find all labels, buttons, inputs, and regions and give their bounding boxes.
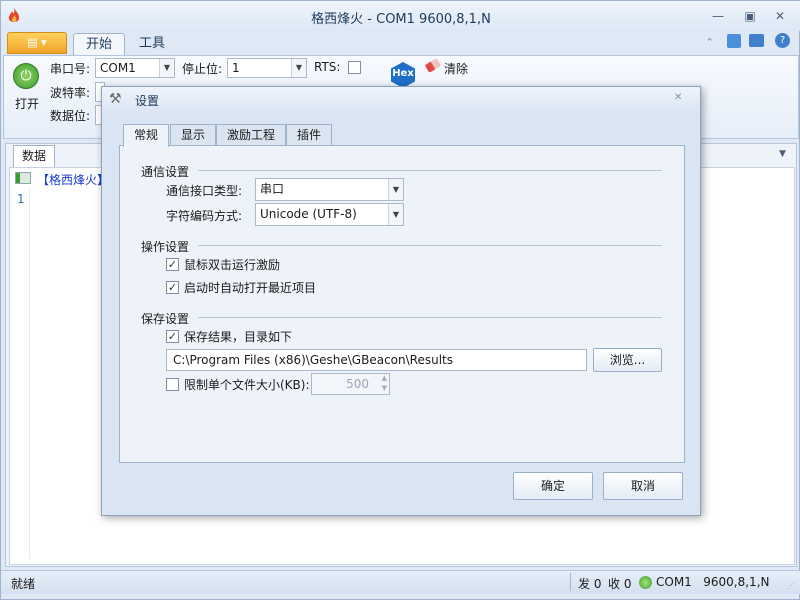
power-icon[interactable]: ⏻: [13, 63, 39, 89]
clear-button[interactable]: 清除: [444, 60, 468, 77]
save-results-checkbox[interactable]: ✓: [166, 330, 179, 343]
cancel-button[interactable]: 取消: [603, 472, 683, 500]
window-title: 格西烽火 - COM1 9600,8,1,N: [311, 12, 491, 27]
tab-stimulus-project[interactable]: 激励工程: [216, 124, 287, 146]
flag-icon: [15, 172, 31, 184]
spinner-up-icon[interactable]: ▲: [382, 374, 387, 383]
dialog-title-bar: ⚒ 设置 ✕: [102, 87, 700, 113]
line-number: 1: [17, 192, 25, 206]
stop-bits-label: 停止位:: [182, 62, 223, 76]
tab-general[interactable]: 常规: [123, 124, 170, 147]
rts-label: RTS:: [314, 60, 341, 74]
save-group-title: 保存设置: [141, 312, 190, 326]
port-status: COM1 9600,8,1,N: [656, 575, 770, 589]
baud-label: 波特率:: [50, 86, 91, 100]
tab-display[interactable]: 显示: [170, 124, 217, 146]
chevron-down-icon: ▼: [388, 204, 403, 225]
data-bits-label: 数据位:: [50, 109, 91, 123]
op-group-line: [198, 245, 662, 246]
doc-header-text: 【格西烽火】: [37, 173, 110, 187]
help-icon[interactable]: ?: [775, 33, 790, 48]
limit-size-label: 限制单个文件大小(KB):: [184, 378, 310, 392]
chevron-down-icon: ▼: [159, 59, 174, 77]
autoopen-label: 启动时自动打开最近项目: [184, 281, 317, 295]
settings-dialog: ⚒ 设置 ✕ 常规 显示 激励工程 插件 通信设置 通信接口类型: 串口 ▼ 字…: [101, 86, 701, 516]
stop-bits-select[interactable]: 1 ▼: [227, 58, 307, 78]
tab-tools[interactable]: 工具: [127, 33, 177, 55]
chevron-down-icon: ▼: [291, 59, 306, 77]
iface-select[interactable]: 串口 ▼: [255, 178, 404, 201]
status-divider: [570, 573, 571, 591]
dialog-title: 设置: [135, 94, 160, 108]
save-results-label: 保存结果，目录如下: [184, 330, 293, 344]
app-menu-button[interactable]: ▤ ▾: [7, 32, 67, 54]
sent-count: 发 0: [578, 577, 602, 591]
gutter-divider: [29, 189, 30, 559]
doc-menu-icon[interactable]: ▼: [779, 149, 786, 159]
iface-label: 通信接口类型:: [166, 184, 243, 198]
comm-group-line: [198, 170, 662, 171]
received-count: 收 0: [608, 577, 632, 591]
maximize-button[interactable]: ▣: [739, 7, 761, 25]
tab-start[interactable]: 开始: [73, 33, 126, 55]
save-group-line: [198, 317, 662, 318]
main-window: 格西烽火 - COM1 9600,8,1,N — ▣ ✕ ▤ ▾ 开始 工具 ⌃…: [0, 0, 800, 600]
encoding-select[interactable]: Unicode (UTF-8) ▼: [255, 203, 404, 226]
general-panel: 通信设置 通信接口类型: 串口 ▼ 字符编码方式: Unicode (UTF-8…: [119, 145, 685, 463]
port-label: 串口号:: [50, 62, 91, 76]
dialog-close-button[interactable]: ✕: [674, 92, 682, 103]
dblclick-checkbox[interactable]: ✓: [166, 258, 179, 271]
encoding-label: 字符编码方式:: [166, 209, 243, 223]
hex-button[interactable]: Hex: [390, 61, 416, 89]
save-path-input[interactable]: C:\Program Files (x86)\Geshe\GBeacon\Res…: [166, 349, 587, 371]
limit-size-value: 500: [346, 377, 369, 391]
title-bar: 格西烽火 - COM1 9600,8,1,N — ▣ ✕: [1, 1, 800, 31]
autoopen-checkbox[interactable]: ✓: [166, 281, 179, 294]
encoding-value: Unicode (UTF-8): [260, 207, 357, 221]
status-text: 就绪: [11, 577, 36, 591]
hex-label: Hex: [392, 68, 414, 79]
port-select[interactable]: COM1 ▼: [95, 58, 175, 78]
iface-value: 串口: [260, 182, 285, 196]
spinner-down-icon[interactable]: ▼: [382, 384, 387, 393]
shirt-icon[interactable]: [727, 34, 741, 48]
close-button[interactable]: ✕: [769, 7, 791, 25]
tab-data[interactable]: 数据: [13, 145, 55, 167]
limit-size-checkbox[interactable]: [166, 378, 179, 391]
stop-bits-value: 1: [232, 61, 240, 75]
connection-status-icon: [639, 576, 652, 589]
limit-size-input[interactable]: 500 ▲ ▼: [311, 373, 390, 395]
browse-button[interactable]: 浏览...: [593, 348, 662, 372]
dblclick-label: 鼠标双击运行激励: [184, 258, 281, 272]
rts-checkbox[interactable]: [348, 61, 361, 74]
tools-icon: ⚒: [109, 91, 122, 107]
ok-button[interactable]: 确定: [513, 472, 593, 500]
port-value: COM1: [100, 61, 136, 75]
status-bar: 就绪 发 0 收 0 COM1 9600,8,1,N ⋰: [1, 570, 800, 594]
op-group-title: 操作设置: [141, 240, 190, 254]
tab-plugins[interactable]: 插件: [286, 124, 333, 146]
comm-group-title: 通信设置: [141, 165, 190, 179]
resize-grip-icon[interactable]: ⋰: [787, 581, 795, 590]
chevron-down-icon: ▼: [388, 179, 403, 200]
open-button[interactable]: 打开: [15, 95, 39, 112]
ribbon-collapse-icon[interactable]: ⌃: [705, 36, 714, 49]
chat-icon[interactable]: [749, 34, 764, 47]
minimize-button[interactable]: —: [707, 7, 729, 25]
